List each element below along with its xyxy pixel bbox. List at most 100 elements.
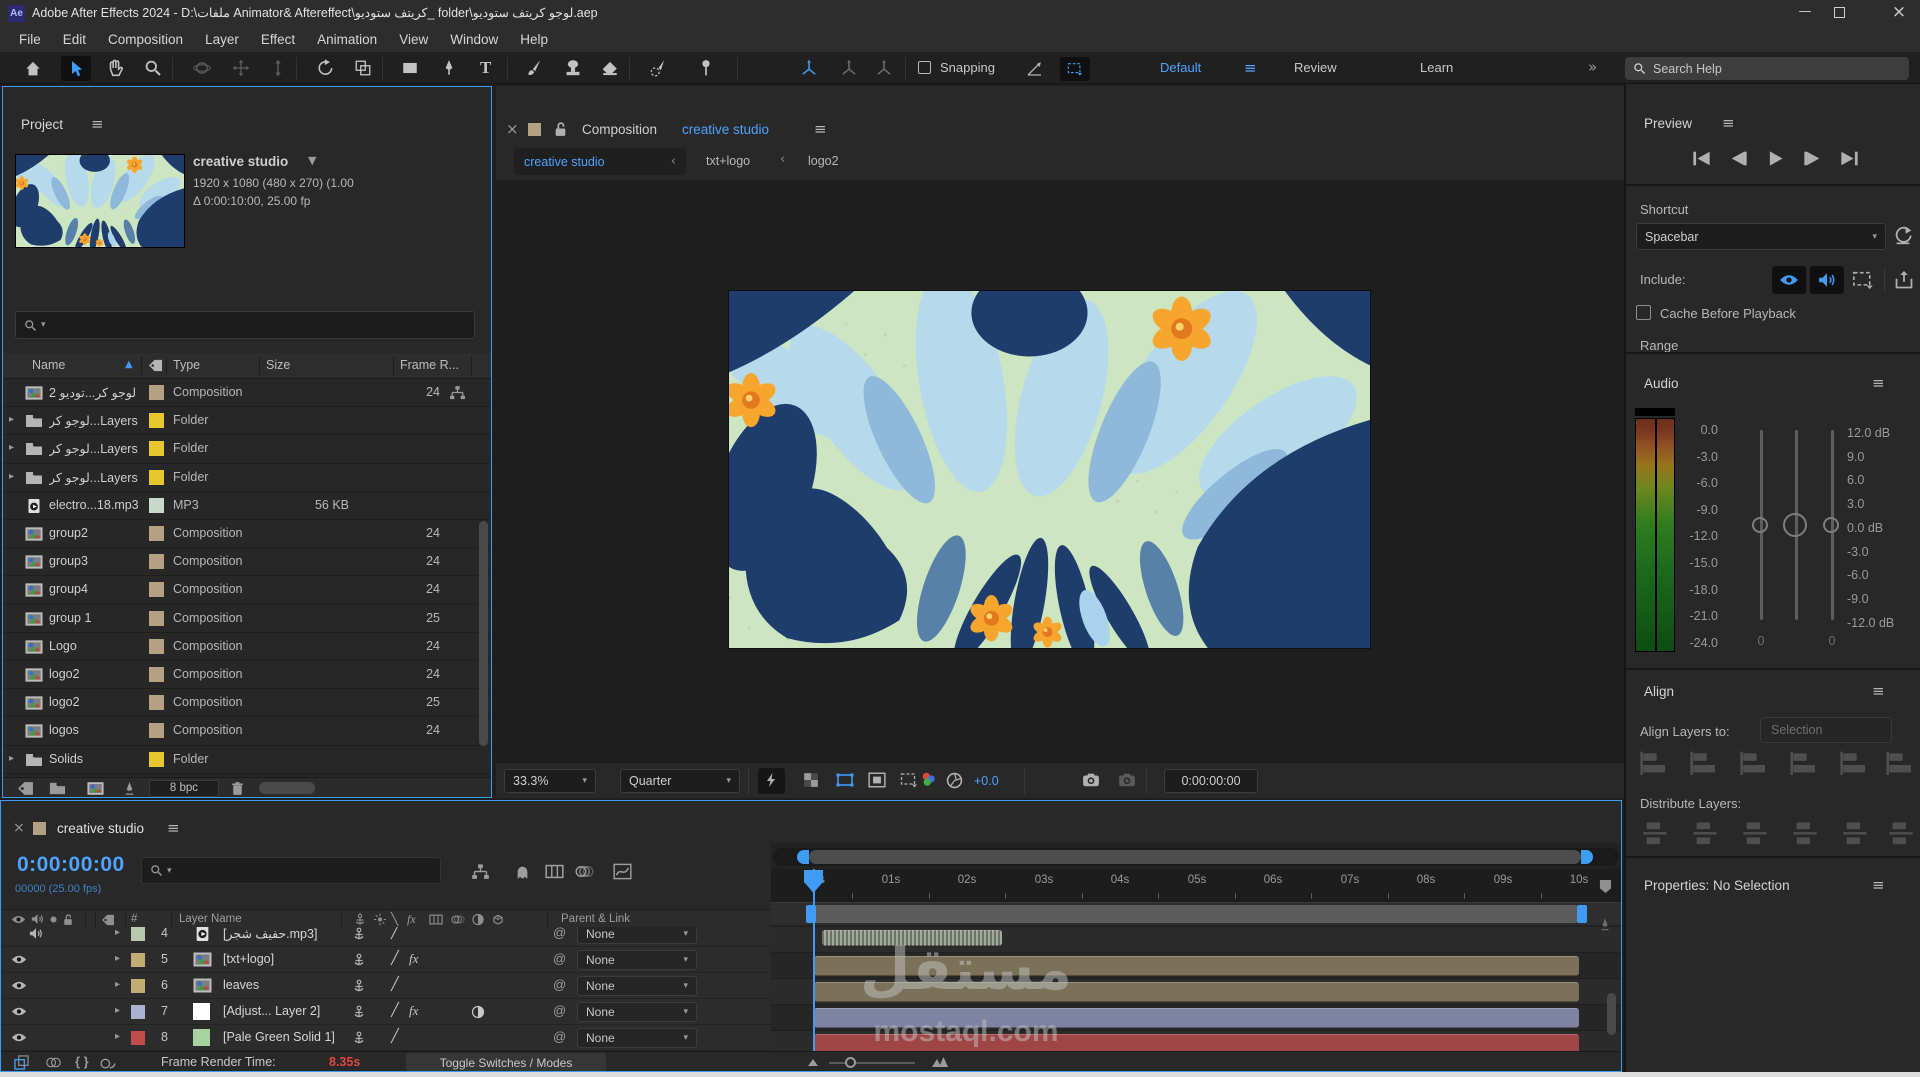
layer-name[interactable]: leaves <box>223 978 373 992</box>
save-preview-icon[interactable] <box>1894 270 1914 290</box>
minimize-button[interactable]: — <box>1782 0 1828 26</box>
project-row[interactable]: group4Composition24 <box>3 576 491 604</box>
viewer-canvas[interactable] <box>496 180 1630 762</box>
braces-icon[interactable]: { } <box>75 1054 89 1069</box>
shy-icon[interactable] <box>353 927 365 941</box>
quality-icon[interactable]: ╱ <box>391 977 399 992</box>
properties-panel-title[interactable]: Properties: No Selection <box>1644 878 1790 893</box>
parent-pickwhip-icon[interactable]: @ <box>553 977 566 992</box>
workspace-learn[interactable]: Learn <box>1420 60 1453 75</box>
expander-icon[interactable]: ▸ <box>9 753 14 764</box>
timeline-search-input[interactable] <box>176 864 406 878</box>
dist-v-center-button[interactable] <box>1690 820 1720 844</box>
fast-preview-icon[interactable] <box>762 772 780 788</box>
timeline-tab-close-icon[interactable]: × <box>13 820 25 836</box>
menu-animation[interactable]: Animation <box>306 27 388 52</box>
quality-icon[interactable]: ╱ <box>391 951 399 966</box>
align-panel-menu-icon[interactable]: ≡ <box>1872 682 1885 700</box>
project-row[interactable]: group 1Composition25 <box>3 605 491 633</box>
dist-bottom-button[interactable] <box>1740 820 1770 844</box>
parent-link-select[interactable]: None ▾ <box>577 1028 697 1048</box>
ink-icon[interactable] <box>1599 917 1611 932</box>
reset-icon[interactable] <box>1894 225 1912 245</box>
include-audio-button[interactable] <box>1810 266 1844 294</box>
workspace-default[interactable]: Default <box>1160 60 1201 75</box>
quality-icon[interactable]: ╱ <box>391 927 399 940</box>
transparency-grid-icon[interactable] <box>802 772 820 788</box>
next-frame-button[interactable] <box>1803 150 1822 167</box>
search-options-caret-icon[interactable]: ▾ <box>41 320 46 330</box>
column-parent-link[interactable]: Parent & Link <box>561 913 630 925</box>
audio-column-icon[interactable] <box>31 913 44 925</box>
new-folder-icon[interactable] <box>49 781 66 796</box>
guides-icon[interactable] <box>900 772 918 788</box>
label-column-icon[interactable] <box>101 914 115 926</box>
label-color-chip[interactable] <box>149 385 164 400</box>
label-color-chip[interactable] <box>149 667 164 682</box>
parent-pickwhip-icon[interactable]: @ <box>553 1029 566 1044</box>
label-color-chip[interactable] <box>149 441 164 456</box>
tool-puppet-pin[interactable] <box>697 59 715 77</box>
project-item-name[interactable]: group3 <box>49 554 145 568</box>
project-hscrollbar[interactable] <box>259 782 315 794</box>
audio-slider-knob[interactable] <box>1752 517 1768 533</box>
frame-blend-column-icon[interactable] <box>429 913 443 926</box>
project-row[interactable]: electro...18.mp3MP356 KB <box>3 492 491 520</box>
lock-column-icon[interactable] <box>63 913 73 926</box>
column-size[interactable]: Size <box>266 358 290 372</box>
align-h-center-button[interactable] <box>1690 750 1720 774</box>
quality-icon[interactable]: ╱ <box>391 1029 399 1044</box>
tool-eraser[interactable] <box>601 59 619 77</box>
tool-pen[interactable] <box>440 59 458 77</box>
graph-editor-icon[interactable] <box>613 863 632 880</box>
visibility-icon[interactable] <box>11 1032 27 1043</box>
menu-help[interactable]: Help <box>509 27 559 52</box>
viewer-tab-close-icon[interactable]: × <box>506 120 519 138</box>
project-row[interactable]: ▸SolidsFolder <box>3 746 491 774</box>
column-number[interactable]: # <box>131 913 137 925</box>
tool-home[interactable] <box>24 59 42 77</box>
expander-icon[interactable]: ▸ <box>115 979 120 990</box>
work-area-bar[interactable] <box>813 905 1578 923</box>
project-row[interactable]: ▸لوجو كر...LayersFolder <box>3 435 491 463</box>
snapping-checkbox[interactable] <box>918 61 931 74</box>
label-color-chip[interactable] <box>149 582 164 597</box>
menu-view[interactable]: View <box>388 27 439 52</box>
project-settings-icon[interactable] <box>17 781 34 796</box>
menu-composition[interactable]: Composition <box>97 27 194 52</box>
label-color-chip[interactable] <box>149 470 164 485</box>
project-search-input[interactable] <box>50 318 430 332</box>
viewer-panel-menu-icon[interactable]: ≡ <box>814 120 827 138</box>
snap-angle-icon[interactable] <box>1026 60 1043 77</box>
workspace-menu-icon[interactable]: ≡ <box>1244 59 1257 77</box>
shy-column-icon[interactable] <box>353 913 367 926</box>
layer-label-chip[interactable] <box>131 1031 145 1045</box>
lock-icon[interactable] <box>554 121 567 137</box>
timeline-layer-row[interactable]: ▸7[Adjust... Layer 2]╱fx@ None ▾ <box>1 999 771 1025</box>
project-row[interactable]: logo2Composition25 <box>3 689 491 717</box>
draft-3d-icon[interactable] <box>513 863 532 880</box>
timeline-layer-row[interactable]: ▸6leaves╱@ None ▾ <box>1 973 771 999</box>
tool-pan-camera[interactable] <box>232 59 250 77</box>
timeline-search-box[interactable]: ▾ <box>141 857 441 884</box>
playhead-line[interactable] <box>813 869 815 1051</box>
overlays-icon[interactable] <box>1852 270 1874 290</box>
align-right-button[interactable] <box>1740 750 1770 774</box>
viewer-timecode[interactable]: 0:00:00:00 <box>1164 769 1258 793</box>
project-panel-menu-icon[interactable]: ≡ <box>91 115 104 133</box>
maximize-button[interactable] <box>1834 7 1845 18</box>
column-type[interactable]: Type <box>173 358 200 372</box>
tool-rectangle[interactable] <box>401 59 419 77</box>
label-color-chip[interactable] <box>149 498 164 513</box>
layer-name[interactable]: [Adjust... Layer 2] <box>223 1004 373 1018</box>
world-axis-icon[interactable] <box>840 59 858 77</box>
local-axis-icon[interactable] <box>800 59 818 77</box>
zoom-in-icon[interactable] <box>931 1056 949 1068</box>
project-item-name[interactable]: group4 <box>49 582 145 596</box>
preview-panel-menu-icon[interactable]: ≡ <box>1722 114 1735 132</box>
blend-modes-icon[interactable] <box>45 1055 62 1070</box>
expander-icon[interactable]: ▸ <box>115 1031 120 1042</box>
breadcrumb[interactable]: logo2 <box>808 154 839 168</box>
tool-brush[interactable] <box>525 59 543 77</box>
layer-label-chip[interactable] <box>131 979 145 993</box>
